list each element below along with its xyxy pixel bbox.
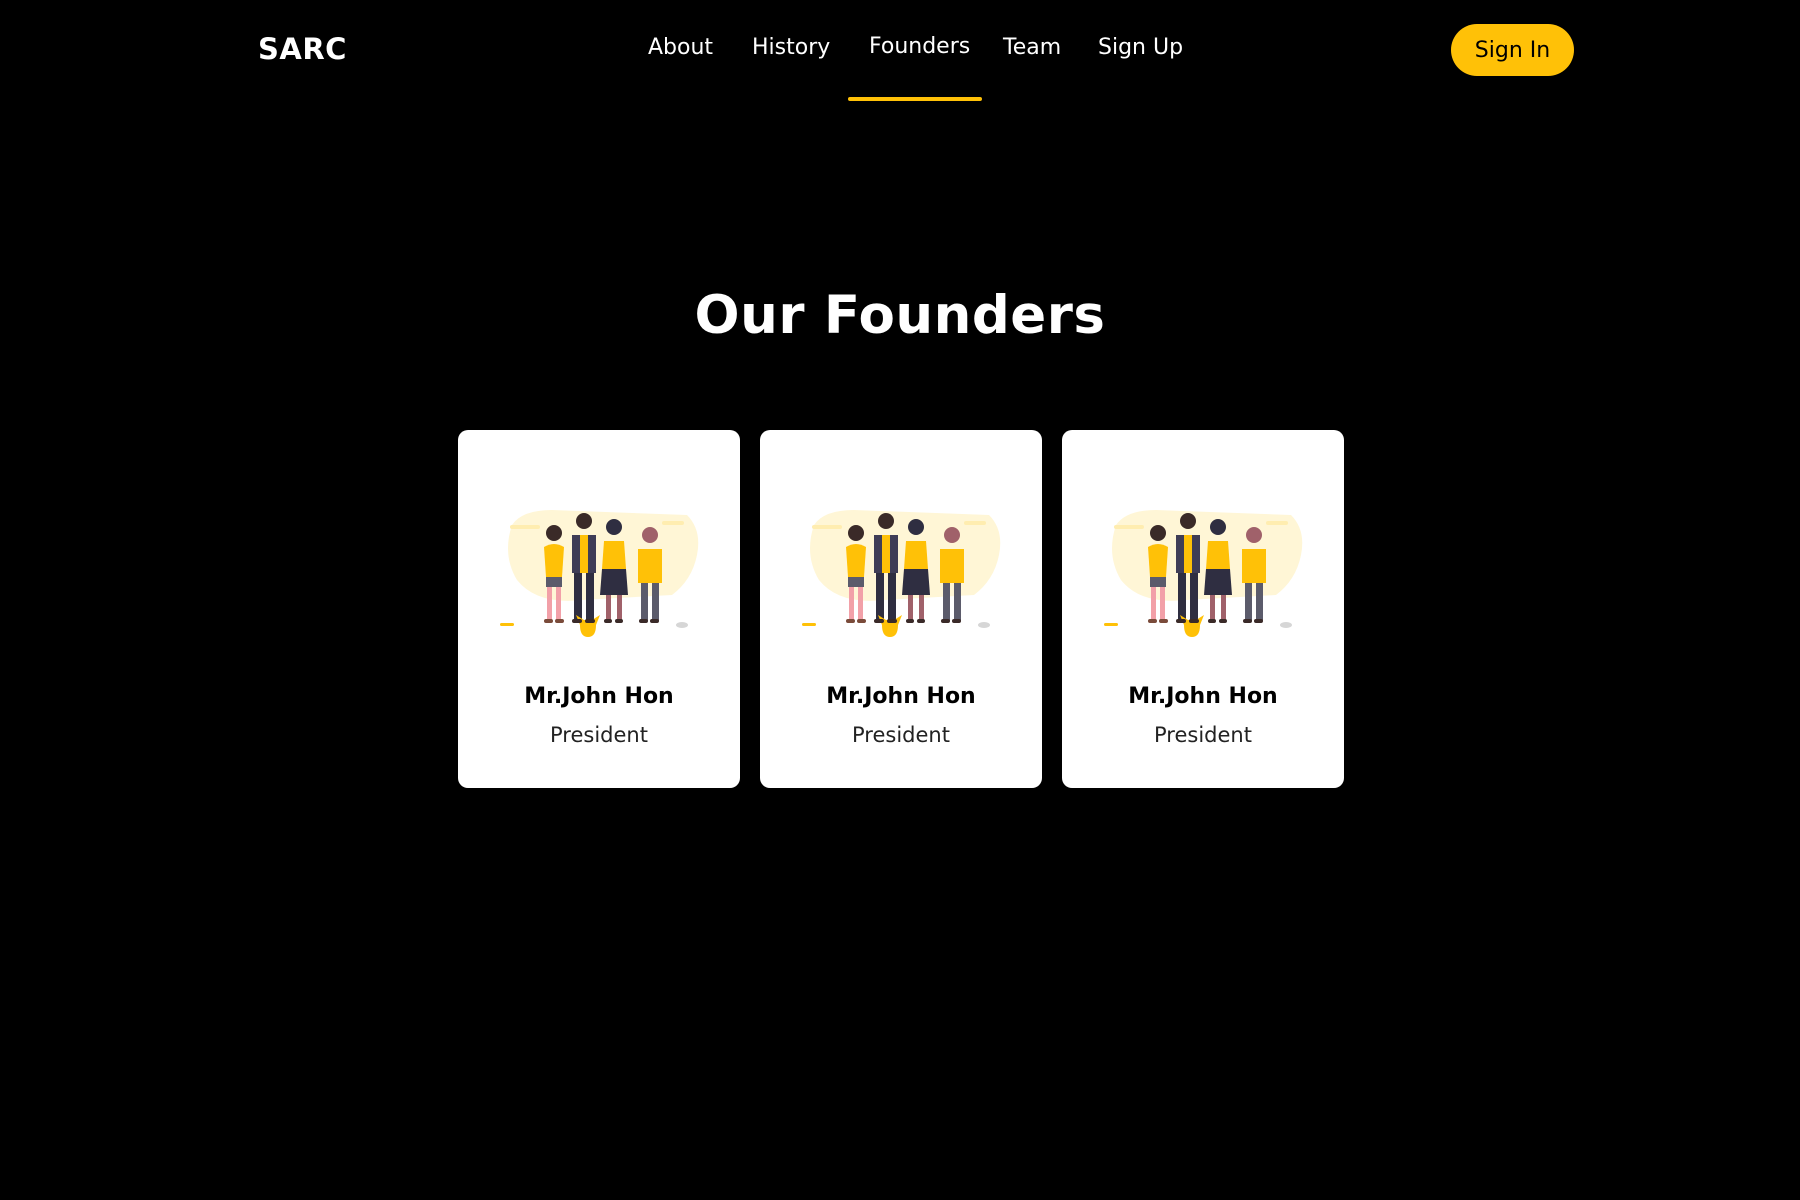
founder-name: Mr.John Hon [1128,684,1278,709]
founder-role: President [550,723,648,747]
active-nav-indicator [848,97,982,101]
sign-in-button[interactable]: Sign In [1451,24,1574,76]
navbar: SARC About History Founders Team Sign Up… [0,0,1800,102]
team-illustration-icon [802,510,1001,637]
nav-item-history[interactable]: History [752,35,830,60]
team-illustration-icon [500,510,699,637]
founder-card[interactable]: Mr.John Hon President [760,430,1042,788]
nav-item-team[interactable]: Team [1003,35,1061,60]
page-title: Our Founders [694,285,1106,346]
founder-name: Mr.John Hon [826,684,976,709]
page: SARC About History Founders Team Sign Up… [0,0,1800,1200]
team-illustration-icon [1104,510,1303,637]
founder-card[interactable]: Mr.John Hon President [1062,430,1344,788]
nav-item-about[interactable]: About [648,35,713,60]
founder-name: Mr.John Hon [524,684,674,709]
founder-role: President [852,723,950,747]
nav-item-signup[interactable]: Sign Up [1098,35,1183,60]
founder-card[interactable]: Mr.John Hon President [458,430,740,788]
founder-role: President [1154,723,1252,747]
nav-item-founders[interactable]: Founders [869,34,970,59]
